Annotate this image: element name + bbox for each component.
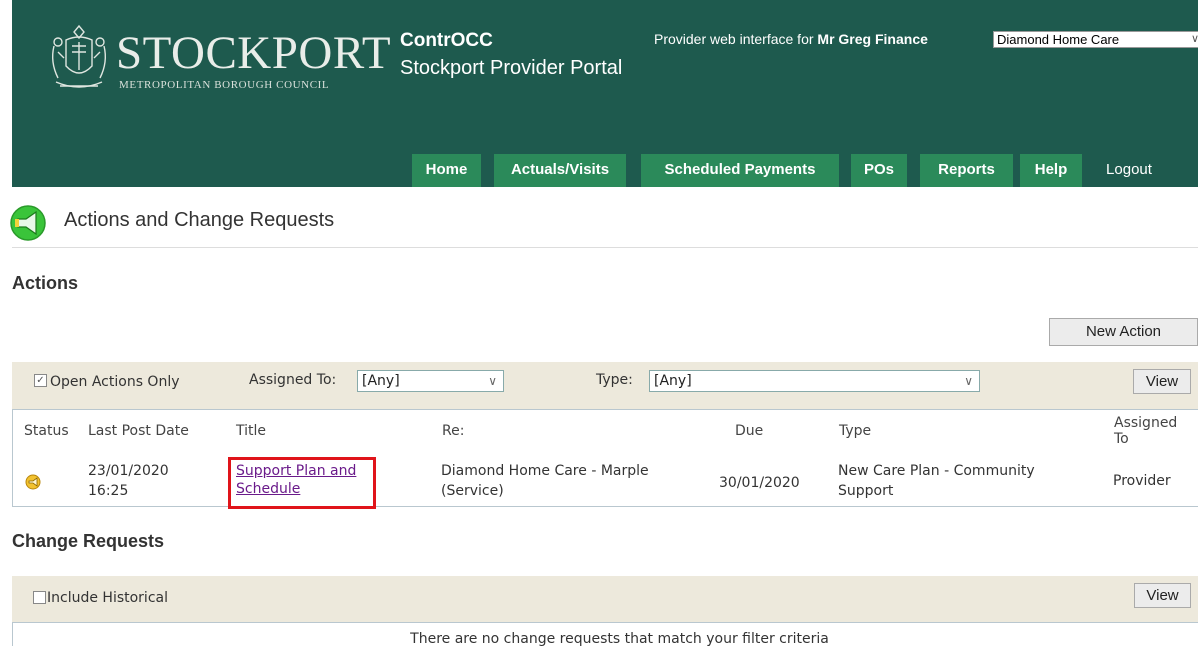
due-date: 30/01/2020 [719, 475, 800, 491]
app-name: ContrOCC [400, 30, 493, 51]
chevron-down-icon: ∨ [488, 374, 497, 388]
actions-table: Status Last Post Date Title Re: Due Type… [12, 410, 1198, 507]
nav-actuals-visits[interactable]: Actuals/Visits [494, 154, 626, 187]
type-select[interactable]: [Any] ∨ [649, 370, 980, 392]
logo-title: STOCKPORT [116, 27, 392, 79]
column-header-assigned-to: Assigned To [1114, 415, 1178, 447]
open-actions-only-checkbox[interactable]: ✓ [34, 374, 47, 387]
provider-select-value: Diamond Home Care [997, 32, 1120, 47]
open-actions-only-label: Open Actions Only [50, 374, 180, 390]
column-header-last-post-date: Last Post Date [88, 423, 189, 439]
empty-message: There are no change requests that match … [410, 631, 829, 647]
actions-filter-bar: ✓ Open Actions Only Assigned To: [Any] ∨… [12, 362, 1198, 410]
column-header-status: Status [24, 423, 69, 439]
chevron-down-icon: ∨ [964, 374, 973, 388]
change-requests-table: There are no change requests that match … [12, 623, 1198, 647]
highlight-box [228, 457, 376, 509]
change-requests-heading: Change Requests [12, 531, 165, 551]
nav-help[interactable]: Help [1020, 154, 1082, 187]
re-line1: Diamond Home Care - Marple [441, 463, 649, 479]
change-requests-view-button[interactable]: View [1134, 583, 1191, 608]
column-header-type: Type [839, 423, 872, 439]
nav-scheduled-payments[interactable]: Scheduled Payments [641, 154, 839, 187]
include-historical-label: Include Historical [47, 590, 168, 606]
change-requests-filter-bar: Include Historical View [12, 576, 1198, 623]
last-post-time: 16:25 [88, 483, 129, 499]
council-crest-icon [51, 24, 107, 88]
user-name: Mr Greg Finance [817, 31, 928, 47]
type-value: [Any] [654, 373, 692, 389]
last-post-date: 23/01/2020 [88, 463, 169, 479]
type-label: Type: [596, 372, 633, 388]
council-logo[interactable]: STOCKPORT METROPOLITAN BOROUGH COUNCIL [46, 22, 391, 98]
provider-select[interactable]: Diamond Home Care ∨ [993, 31, 1198, 48]
actions-view-button[interactable]: View [1133, 369, 1191, 394]
assigned-to-value: [Any] [362, 373, 400, 389]
assigned-to-label: Assigned To: [249, 372, 337, 388]
action-status-icon [25, 474, 41, 490]
column-header-due: Due [735, 423, 764, 439]
actions-heading: Actions [12, 273, 79, 293]
portal-name: Stockport Provider Portal [400, 57, 623, 79]
type-line1: New Care Plan - Community [838, 463, 1035, 479]
megaphone-icon [10, 205, 46, 241]
include-historical-checkbox[interactable] [33, 591, 46, 604]
column-header-re: Re: [442, 423, 465, 439]
nav-home[interactable]: Home [412, 154, 481, 187]
chevron-down-icon: ∨ [1190, 33, 1198, 45]
nav-pos[interactable]: POs [851, 154, 907, 187]
assigned-to-select[interactable]: [Any] ∨ [357, 370, 504, 392]
page-title: Actions and Change Requests [64, 209, 335, 231]
new-action-button[interactable]: New Action [1049, 318, 1198, 346]
provider-interface-text: Provider web interface for Mr Greg Finan… [654, 31, 928, 47]
provider-prefix: Provider web interface for [654, 31, 814, 47]
title-divider [12, 247, 1198, 248]
column-header-title: Title [236, 423, 267, 439]
type-line2: Support [838, 483, 894, 499]
nav-logout[interactable]: Logout [1087, 154, 1171, 187]
nav-reports[interactable]: Reports [920, 154, 1013, 187]
logo-subtitle: METROPOLITAN BOROUGH COUNCIL [119, 79, 330, 91]
assigned-to: Provider [1113, 473, 1171, 489]
re-line2: (Service) [441, 483, 504, 499]
